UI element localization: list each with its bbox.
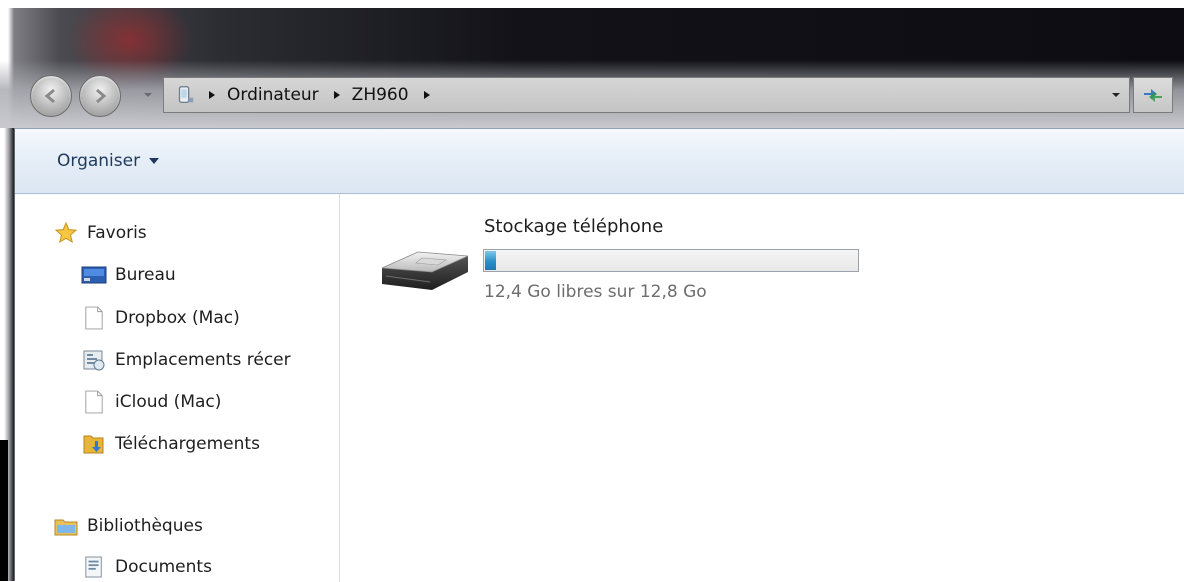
nav-item-label: Dropbox (Mac) [115,308,240,328]
chevron-down-icon [144,93,152,97]
recent-places-icon [81,347,107,373]
nav-favorites-header[interactable]: Favoris [53,218,147,248]
document-icon [81,389,107,415]
downloads-folder-icon [81,431,107,457]
breadcrumb-separator-icon[interactable] [419,87,435,103]
arrow-left-icon [44,88,55,104]
nav-item-documents[interactable]: Documents [81,552,212,582]
address-history-dropdown[interactable] [1109,88,1123,102]
arrow-right-icon [96,88,107,104]
breadcrumb-separator-icon[interactable] [204,87,220,103]
recent-pages-dropdown[interactable] [141,88,155,102]
breadcrumb-ordinateur[interactable]: Ordinateur [223,85,323,105]
refresh-button[interactable] [1133,77,1173,113]
content-pane[interactable]: Stockage téléphone 12,4 Go libres sur 12… [340,194,1184,582]
nav-item-dropbox[interactable]: Dropbox (Mac) [81,303,240,333]
organise-button[interactable]: Organiser [57,147,160,175]
phone-device-icon [172,83,198,107]
nav-item-label: iCloud (Mac) [115,392,222,412]
nav-item-label: Documents [115,557,212,577]
desktop-edge [0,440,8,581]
forward-button[interactable] [79,75,121,117]
drive-tile-phone-storage[interactable]: Stockage téléphone 12,4 Go libres sur 12… [376,208,876,308]
nav-item-downloads[interactable]: Téléchargements [81,429,260,459]
nav-item-bureau[interactable]: Bureau [81,260,176,290]
libraries-icon [53,513,79,539]
nav-libraries-header[interactable]: Bibliothèques [53,511,203,541]
organise-label: Organiser [57,151,141,171]
nav-item-label: Bureau [115,265,176,285]
document-icon [81,305,107,331]
nav-item-label: Téléchargements [115,434,260,454]
refresh-icon [1144,89,1162,102]
nav-item-icloud[interactable]: iCloud (Mac) [81,387,221,417]
address-bar[interactable]: Ordinateur ZH960 [163,77,1130,113]
drive-free-space: 12,4 Go libres sur 12,8 Go [484,282,707,302]
chevron-down-icon [1112,93,1120,97]
explorer-window: Organiser Favoris Bureau Dropbox (Mac) E… [14,128,1184,582]
screen-edge [0,0,1184,8]
breadcrumb-zh960[interactable]: ZH960 [348,85,413,105]
removable-drive-icon [376,238,474,298]
chevron-down-icon [148,155,160,167]
documents-library-icon [81,554,107,580]
nav-item-recent-places[interactable]: Emplacements récer [81,345,291,375]
drive-usage-fill [485,251,496,270]
drive-name: Stockage téléphone [484,216,664,237]
star-icon [53,220,79,246]
nav-item-label: Emplacements récer [115,350,291,370]
desktop-icon [81,262,107,288]
drive-usage-bar [483,249,859,272]
navigation-pane[interactable]: Favoris Bureau Dropbox (Mac) Emplacement… [15,194,340,582]
command-bar: Organiser [15,129,1184,194]
breadcrumb-separator-icon[interactable] [329,87,345,103]
back-button[interactable] [30,75,72,117]
nav-libraries-label: Bibliothèques [87,516,203,536]
nav-favorites-label: Favoris [87,223,147,243]
